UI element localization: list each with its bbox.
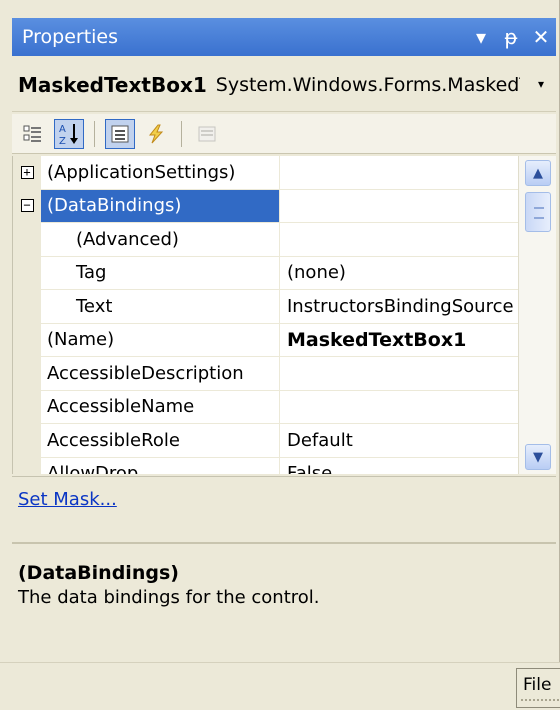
property-row-databindings[interactable]: − (DataBindings) bbox=[13, 189, 518, 223]
row-gutter bbox=[13, 256, 41, 289]
scroll-down-icon[interactable]: ▼ bbox=[525, 444, 551, 470]
row-gutter bbox=[13, 457, 41, 474]
file-tab[interactable]: File bbox=[516, 668, 560, 708]
description-pane: (DataBindings) The data bindings for the… bbox=[12, 542, 556, 658]
row-gutter: + bbox=[13, 156, 41, 189]
svg-text:A: A bbox=[59, 124, 66, 135]
property-row-tag[interactable]: Tag (none) bbox=[13, 256, 518, 290]
property-name: (Advanced) bbox=[41, 223, 280, 256]
toolbar-separator bbox=[94, 120, 95, 147]
properties-icon[interactable] bbox=[105, 118, 135, 149]
property-row-accessibledescription[interactable]: AccessibleDescription bbox=[13, 357, 518, 391]
collapse-icon[interactable]: − bbox=[20, 199, 34, 213]
row-gutter bbox=[13, 290, 41, 323]
toolbar-separator bbox=[181, 120, 182, 147]
row-gutter bbox=[13, 357, 41, 390]
property-name: AccessibleRole bbox=[41, 424, 280, 457]
property-row-advanced[interactable]: (Advanced) bbox=[13, 223, 518, 257]
property-name: Tag bbox=[41, 256, 280, 289]
row-gutter bbox=[13, 223, 41, 256]
property-row-accessiblename[interactable]: AccessibleName bbox=[13, 390, 518, 424]
object-type: System.Windows.Forms.MaskedTextBox bbox=[215, 73, 520, 96]
close-icon[interactable]: ✕ bbox=[526, 25, 556, 49]
property-name: AccessibleDescription bbox=[41, 357, 280, 390]
property-row-name[interactable]: (Name) MaskedTextBox1 bbox=[13, 323, 518, 357]
row-gutter bbox=[13, 323, 41, 356]
property-name: (DataBindings) bbox=[41, 189, 280, 222]
vertical-scrollbar[interactable]: ▲ ▼ bbox=[518, 156, 556, 474]
categorized-icon[interactable] bbox=[18, 119, 48, 149]
property-value[interactable]: (none) bbox=[280, 257, 518, 290]
property-row-text[interactable]: Text InstructorsBindingSource - Name bbox=[13, 290, 518, 324]
description-text: The data bindings for the control. bbox=[18, 587, 320, 608]
scroll-thumb[interactable] bbox=[525, 192, 551, 232]
property-value[interactable] bbox=[280, 190, 518, 223]
object-selector[interactable]: MaskedTextBox1 System.Windows.Forms.Mask… bbox=[12, 58, 556, 112]
object-name: MaskedTextBox1 bbox=[18, 72, 207, 97]
window-title: Properties bbox=[22, 26, 119, 48]
set-mask-link[interactable]: Set Mask... bbox=[18, 489, 117, 510]
title-bar[interactable]: Properties ▾ ᵽ ✕ bbox=[12, 18, 556, 56]
row-gutter bbox=[13, 424, 41, 457]
property-value[interactable]: Default bbox=[280, 424, 518, 457]
property-value[interactable]: False bbox=[280, 458, 518, 474]
property-value[interactable] bbox=[280, 391, 518, 424]
property-grid: + (ApplicationSettings) − (DataBindings)… bbox=[12, 156, 518, 474]
property-name: Text bbox=[41, 290, 280, 323]
svg-text:Z: Z bbox=[59, 136, 66, 146]
description-title: (DataBindings) bbox=[18, 562, 179, 584]
property-value[interactable] bbox=[280, 357, 518, 390]
property-row-allowdrop[interactable]: AllowDrop False bbox=[13, 457, 518, 474]
property-name: (Name) bbox=[41, 323, 280, 356]
property-value[interactable]: MaskedTextBox1 bbox=[280, 324, 518, 357]
property-pages-icon[interactable] bbox=[192, 119, 222, 149]
expand-icon[interactable]: + bbox=[20, 165, 34, 179]
events-icon[interactable] bbox=[141, 119, 171, 149]
window-position-dropdown-icon[interactable]: ▾ bbox=[466, 25, 496, 49]
property-name: AccessibleName bbox=[41, 390, 280, 423]
alphabetical-icon[interactable]: AZ bbox=[54, 118, 84, 149]
property-value[interactable]: InstructorsBindingSource - Name bbox=[280, 290, 518, 323]
chevron-down-icon[interactable]: ▾ bbox=[532, 72, 550, 96]
autohide-pin-icon[interactable]: ᵽ bbox=[496, 25, 526, 49]
property-value[interactable] bbox=[280, 223, 518, 256]
property-row-accessiblerole[interactable]: AccessibleRole Default bbox=[13, 424, 518, 458]
file-tab-label: File bbox=[523, 675, 552, 695]
property-row-applicationsettings[interactable]: + (ApplicationSettings) bbox=[13, 156, 518, 190]
scroll-up-icon[interactable]: ▲ bbox=[525, 160, 551, 186]
row-gutter bbox=[13, 390, 41, 423]
grip-icon bbox=[534, 207, 544, 219]
tab-grip bbox=[521, 699, 559, 704]
bottom-strip bbox=[0, 662, 560, 710]
properties-toolbar: AZ bbox=[12, 114, 556, 154]
property-name: (ApplicationSettings) bbox=[41, 156, 280, 189]
property-name: AllowDrop bbox=[41, 457, 280, 474]
commands-pane: Set Mask... bbox=[12, 476, 556, 536]
row-gutter: − bbox=[13, 189, 41, 222]
properties-window: Properties ▾ ᵽ ✕ MaskedTextBox1 System.W… bbox=[0, 0, 560, 710]
property-value[interactable] bbox=[280, 156, 518, 189]
